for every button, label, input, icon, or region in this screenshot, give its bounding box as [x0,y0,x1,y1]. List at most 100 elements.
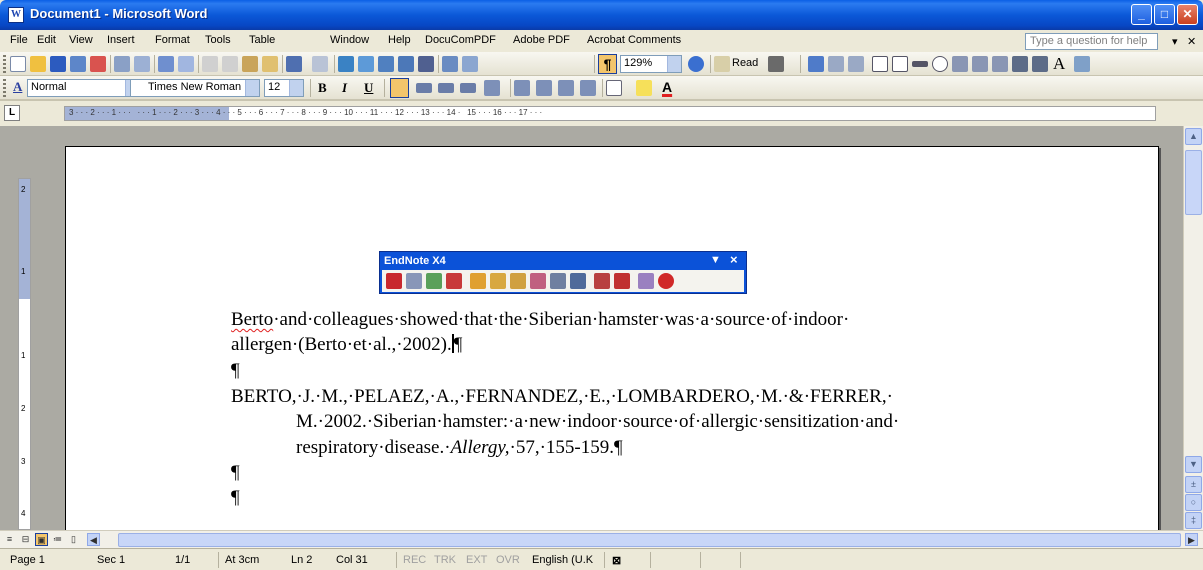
numbering-icon[interactable] [514,80,530,96]
format-painter-icon[interactable] [262,56,278,72]
open-icon[interactable] [30,56,46,72]
reading-layout-icon[interactable]: ▯ [67,533,80,546]
insert-excel-icon[interactable] [398,56,414,72]
help-icon[interactable] [688,56,704,72]
insert-table-icon[interactable] [378,56,394,72]
find-figure-icon[interactable] [614,273,630,289]
scroll-left-icon[interactable]: ◀ [87,533,100,546]
print-icon[interactable] [114,56,130,72]
hyperlink-icon[interactable] [338,56,354,72]
menu-tools[interactable]: Tools [205,34,231,46]
vertical-scrollbar[interactable]: ▲ ▼ ± ○ ‡ [1183,126,1203,530]
text-field-icon[interactable] [892,56,908,72]
combo-box-icon[interactable] [952,56,968,72]
menu-view[interactable]: View [69,34,93,46]
find-citation-icon[interactable] [406,273,422,289]
horizontal-ruler[interactable]: 3 · · · 2 · · · 1 · · · · · · 1 · · · 2 … [64,106,1156,121]
list-box-icon[interactable] [972,56,988,72]
scroll-up-icon[interactable]: ▲ [1185,128,1202,145]
cut-icon[interactable] [202,56,218,72]
textbox-icon[interactable] [912,61,928,67]
paste-icon[interactable] [242,56,258,72]
scroll-thumb[interactable] [1185,150,1202,215]
spelling-icon[interactable] [158,56,174,72]
manuscript-templates-icon[interactable] [570,273,586,289]
new-document-icon[interactable] [10,56,26,72]
chevron-down-icon[interactable] [667,56,681,72]
format-bibliography-icon[interactable] [510,273,526,289]
endnote-close-icon[interactable]: × [730,252,738,267]
tables-borders-icon[interactable] [358,56,374,72]
checkbox-field-icon[interactable] [872,56,888,72]
close-button[interactable]: ✕ [1177,4,1198,25]
align-left-button[interactable] [390,78,409,98]
toolbar-options-icon[interactable] [768,56,784,72]
research-icon[interactable] [178,56,194,72]
status-trk[interactable]: TRK [434,554,456,566]
previous-page-icon[interactable]: ± [1185,476,1202,493]
menu-file[interactable]: File [10,34,28,46]
status-rec[interactable]: REC [403,554,426,566]
read-button[interactable]: Read [732,57,758,69]
italic-button[interactable]: I [342,80,347,96]
toolbar-grip[interactable] [3,79,6,97]
doc-close-icon[interactable]: ✕ [1187,35,1196,48]
status-language[interactable]: English (U.K [532,554,593,566]
permission-icon[interactable] [70,56,86,72]
font-color-icon[interactable]: A [662,79,672,95]
image-icon[interactable] [1074,56,1090,72]
empty-paragraph[interactable]: ¶ [231,360,240,382]
form-field-icon[interactable] [828,56,844,72]
label-control-icon[interactable]: A [1053,54,1065,74]
bullets-icon[interactable] [536,80,552,96]
print-layout-icon[interactable]: ▣ [35,533,48,546]
scroll-down-icon[interactable]: ▼ [1185,456,1202,473]
reference-line-3[interactable]: respiratory·disease.·Allergy,·57,·155-15… [296,437,623,459]
status-ext[interactable]: EXT [466,554,487,566]
browse-object-icon[interactable]: ○ [1185,494,1202,511]
minimize-button[interactable]: _ [1131,4,1152,25]
image-control-icon[interactable] [1032,56,1048,72]
zoom-select[interactable]: 129% [620,55,682,73]
export-traveling-library-icon[interactable] [550,273,566,289]
save-icon[interactable] [50,56,66,72]
menu-help[interactable]: Help [388,34,411,46]
menu-table[interactable]: Table [249,34,275,46]
normal-view-icon[interactable]: ≡ [3,533,16,546]
empty-paragraph-3[interactable]: ¶ [231,487,240,509]
paragraph-1[interactable]: Berto·and·colleagues·showed·that·the·Sib… [231,309,849,331]
undo-icon[interactable] [286,56,302,72]
go-to-endnote-icon[interactable] [386,273,402,289]
menu-adobe-pdf[interactable]: Adobe PDF [513,34,570,46]
insert-citation-icon[interactable] [426,273,442,289]
help-search-input[interactable]: Type a question for help [1025,33,1158,50]
scroll-bar-icon[interactable] [992,56,1008,72]
pdf-icon[interactable] [90,56,106,72]
borders-icon[interactable] [606,80,622,96]
highlight-icon[interactable] [636,80,652,96]
spelling-status-icon[interactable]: ⊠ [612,554,621,567]
edit-citation-icon[interactable] [470,273,486,289]
document-area[interactable]: Berto·and·colleagues·showed·that·the·Sib… [0,126,1183,536]
font-select[interactable]: Times New Roman [130,79,260,97]
increase-indent-icon[interactable] [580,80,596,96]
justify-icon[interactable] [460,83,476,93]
menu-window[interactable]: Window [330,34,369,46]
help-dropdown-icon[interactable]: ▾ [1172,35,1178,48]
columns-icon[interactable] [418,56,434,72]
align-center-icon[interactable] [416,83,432,93]
remove-field-codes-icon[interactable] [530,273,546,289]
word-app-icon[interactable]: W [8,7,24,23]
insert-selected-citation-icon[interactable] [446,273,462,289]
font-size-select[interactable]: 12 [264,79,304,97]
vertical-ruler[interactable]: 2 1 1 2 3 4 [18,178,31,530]
spin-button-icon[interactable] [1012,56,1028,72]
preferences-icon[interactable] [638,273,654,289]
show-hide-formatting-button[interactable]: ¶ [598,54,617,74]
endnote-dropdown-icon[interactable]: ▼ [710,254,721,266]
underline-button[interactable]: U [364,80,373,96]
document-map-icon[interactable] [462,56,478,72]
toolbar-grip[interactable] [3,55,6,73]
print-preview-icon[interactable] [134,56,150,72]
next-page-icon[interactable]: ‡ [1185,512,1202,529]
